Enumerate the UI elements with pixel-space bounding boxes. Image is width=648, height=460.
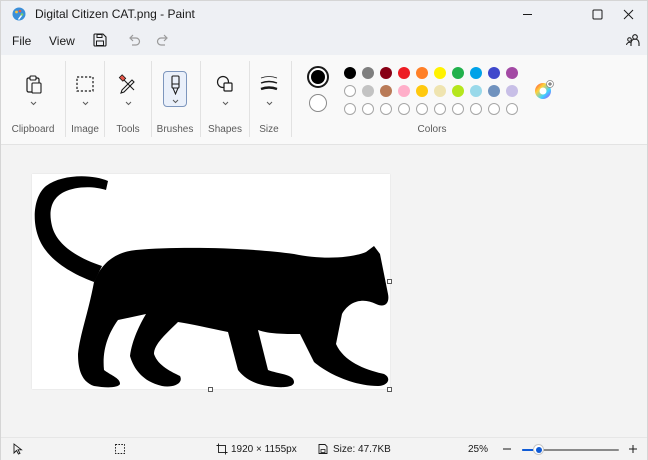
zoom-in-icon[interactable] — [627, 443, 639, 455]
color-swatch[interactable] — [380, 67, 392, 79]
secondary-color[interactable] — [309, 94, 327, 112]
color-swatch[interactable] — [416, 67, 428, 79]
custom-color-slot[interactable] — [416, 103, 428, 115]
menu-bar: File View — [1, 27, 647, 55]
close-button[interactable] — [605, 1, 648, 27]
chevron-down-icon — [172, 99, 179, 104]
color-swatch[interactable] — [506, 85, 518, 97]
color-swatch[interactable] — [470, 67, 482, 79]
redo-icon[interactable] — [155, 32, 171, 48]
chevron-down-icon[interactable] — [222, 101, 229, 106]
tools-group: Tools — [105, 55, 151, 145]
primary-color — [311, 70, 325, 84]
status-bar: 1920 × 1155px Size: 47.7KB 25% — [1, 437, 647, 460]
canvas-dimensions: 1920 × 1155px — [231, 444, 297, 455]
color-swatch[interactable] — [380, 85, 392, 97]
custom-color-slot[interactable] — [452, 103, 464, 115]
selection-size-icon — [115, 444, 125, 454]
color-swatch[interactable] — [416, 85, 428, 97]
chevron-down-icon[interactable] — [125, 101, 132, 106]
custom-color-slot[interactable] — [362, 103, 374, 115]
custom-color-slot[interactable] — [344, 85, 356, 97]
share-icon[interactable] — [625, 32, 641, 48]
tools-label: Tools — [116, 124, 140, 135]
view-menu[interactable]: View — [49, 34, 75, 48]
size-label: Size — [259, 124, 279, 135]
canvas-workspace — [1, 146, 647, 436]
shapes-icon[interactable] — [214, 73, 236, 95]
file-size-icon — [318, 444, 328, 454]
clipboard-group: Clipboard — [1, 55, 65, 145]
chevron-down-icon[interactable] — [82, 101, 89, 106]
black-cat-silhouette — [34, 176, 389, 388]
color-swatch[interactable] — [362, 85, 374, 97]
custom-color-slot[interactable] — [434, 103, 446, 115]
custom-color-slot[interactable] — [398, 103, 410, 115]
drawing-canvas[interactable] — [32, 174, 390, 389]
primary-color-ring[interactable] — [307, 66, 329, 88]
image-group: Image — [66, 55, 104, 145]
color-swatch[interactable] — [506, 67, 518, 79]
close-icon — [623, 9, 633, 19]
canvas-size-icon — [216, 443, 228, 455]
save-icon[interactable] — [92, 32, 108, 48]
color-swatch[interactable] — [362, 67, 374, 79]
pointer-position-icon — [13, 443, 23, 455]
pencil-tools-icon[interactable] — [117, 73, 139, 95]
resize-handle-bottom[interactable] — [208, 387, 213, 392]
paint-palette-icon — [12, 7, 26, 21]
zoom-slider-thumb[interactable] — [533, 444, 545, 455]
chevron-down-icon[interactable] — [266, 101, 273, 106]
paint-window: Digital Citizen CAT.png - Paint File Vie… — [0, 0, 648, 460]
stroke-size-icon[interactable] — [258, 73, 280, 95]
brushes-button[interactable] — [163, 71, 187, 107]
custom-color-slot[interactable] — [506, 103, 518, 115]
image-label: Image — [71, 124, 99, 135]
clipboard-label: Clipboard — [11, 124, 55, 135]
clipboard-icon[interactable] — [22, 73, 44, 95]
file-size: Size: 47.7KB — [333, 444, 391, 455]
color-swatch[interactable] — [434, 67, 446, 79]
select-rectangle-icon[interactable] — [74, 73, 96, 95]
brush-icon — [171, 75, 180, 95]
minimize-icon — [522, 13, 532, 15]
brushes-group: Brushes — [152, 55, 198, 145]
color-swatch[interactable] — [434, 85, 446, 97]
title-bar: Digital Citizen CAT.png - Paint — [1, 1, 647, 27]
color-swatch[interactable] — [344, 67, 356, 79]
color-swatch[interactable] — [452, 85, 464, 97]
resize-handle-right[interactable] — [387, 279, 392, 284]
custom-color-slot[interactable] — [344, 103, 356, 115]
chevron-down-icon[interactable] — [30, 101, 37, 106]
zoom-level[interactable]: 25% — [468, 444, 488, 455]
window-title: Digital Citizen CAT.png - Paint — [35, 7, 195, 21]
ribbon-toolbar: Clipboard Image Tools Brushes Shapes Siz… — [1, 55, 647, 145]
color-swatch[interactable] — [470, 85, 482, 97]
colors-label: Colors — [417, 124, 447, 135]
colors-group: Colors — [292, 55, 572, 145]
color-swatch[interactable] — [398, 85, 410, 97]
brushes-label: Brushes — [156, 124, 194, 135]
color-wheel-icon[interactable] — [534, 80, 554, 100]
color-swatch[interactable] — [488, 85, 500, 97]
file-menu[interactable]: File — [12, 34, 31, 48]
color-swatch[interactable] — [488, 67, 500, 79]
resize-handle-corner[interactable] — [387, 387, 392, 392]
maximize-icon — [592, 9, 602, 19]
shapes-label: Shapes — [208, 124, 242, 135]
custom-color-slot[interactable] — [380, 103, 392, 115]
zoom-out-icon[interactable] — [501, 443, 513, 455]
shapes-group: Shapes — [201, 55, 249, 145]
size-group: Size — [250, 55, 288, 145]
custom-color-slot[interactable] — [470, 103, 482, 115]
custom-color-slot[interactable] — [488, 103, 500, 115]
color-swatch[interactable] — [452, 67, 464, 79]
undo-icon[interactable] — [126, 32, 142, 48]
minimize-button[interactable] — [504, 1, 550, 27]
color-swatch[interactable] — [398, 67, 410, 79]
